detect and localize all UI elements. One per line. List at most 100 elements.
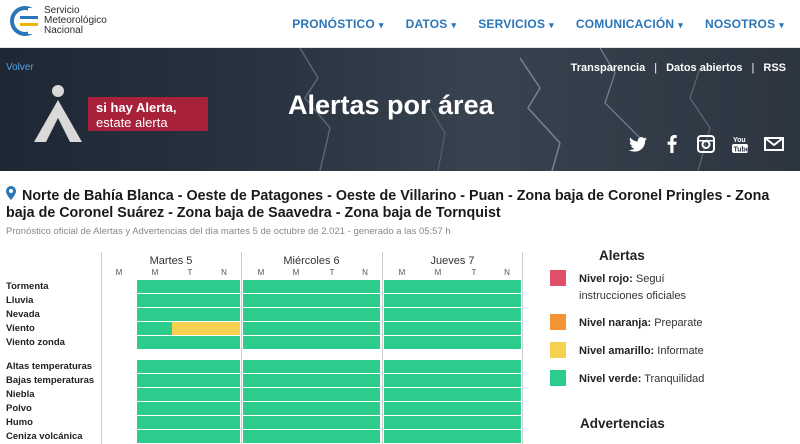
alert-cell[interactable] [476,294,521,307]
alert-cell[interactable] [137,360,172,373]
alert-cell[interactable] [335,308,380,321]
alert-cell[interactable] [476,430,521,443]
alert-cell[interactable] [384,336,430,349]
alert-cell[interactable] [206,416,240,429]
alert-cell[interactable] [243,308,289,321]
link-datos-abiertos[interactable]: Datos abiertos [666,62,742,74]
alert-cell[interactable] [335,374,380,387]
alert-cell[interactable] [172,280,206,293]
alert-cell[interactable] [172,374,206,387]
alert-cell[interactable] [137,430,172,443]
alert-cell[interactable] [137,374,172,387]
alert-cell[interactable] [430,388,476,401]
alert-cell[interactable] [384,280,430,293]
alert-cell[interactable] [206,294,240,307]
alert-cell[interactable] [206,374,240,387]
alert-cell[interactable] [476,402,521,415]
menu-pronostico[interactable]: PRONÓSTICO ▾ [292,17,383,31]
alert-cell[interactable] [243,388,289,401]
alert-cell[interactable] [335,402,380,415]
alert-cell[interactable] [289,336,335,349]
alert-cell[interactable] [335,416,380,429]
back-link[interactable]: Volver [6,62,34,73]
alert-cell[interactable] [430,402,476,415]
alert-cell[interactable] [289,374,335,387]
menu-datos[interactable]: DATOS ▾ [406,17,457,31]
alert-cell[interactable] [384,416,430,429]
alert-cell[interactable] [137,308,172,321]
alert-cell[interactable] [137,336,172,349]
alert-cell[interactable] [289,280,335,293]
alert-cell[interactable] [335,280,380,293]
alert-cell[interactable] [430,430,476,443]
alert-cell[interactable] [335,336,380,349]
instagram-icon[interactable] [696,134,716,154]
alert-cell[interactable] [206,388,240,401]
alert-cell[interactable] [172,416,206,429]
alert-cell[interactable] [243,430,289,443]
alert-cell[interactable] [243,416,289,429]
alert-cell[interactable] [172,402,206,415]
alert-cell[interactable] [243,336,289,349]
alert-cell[interactable] [206,280,240,293]
alert-cell[interactable] [289,294,335,307]
alert-cell[interactable] [137,280,172,293]
alert-cell[interactable] [476,388,521,401]
alert-cell[interactable] [243,294,289,307]
alert-cell[interactable] [206,402,240,415]
alert-cell[interactable] [172,388,206,401]
alert-cell[interactable] [289,430,335,443]
alert-cell[interactable] [206,336,240,349]
alert-cell[interactable] [430,294,476,307]
alert-cell[interactable] [172,322,206,335]
youtube-icon[interactable]: You Tube [730,134,750,154]
alert-cell[interactable] [243,402,289,415]
alert-cell[interactable] [206,430,240,443]
alert-cell[interactable] [384,388,430,401]
alert-cell[interactable] [137,402,172,415]
alert-cell[interactable] [476,336,521,349]
alert-cell[interactable] [243,280,289,293]
alert-cell[interactable] [206,308,240,321]
alert-cell[interactable] [335,430,380,443]
alert-cell[interactable] [476,374,521,387]
alert-cell[interactable] [206,322,240,335]
menu-nosotros[interactable]: NOSOTROS ▾ [705,17,784,31]
alert-cell[interactable] [384,402,430,415]
menu-comunicacion[interactable]: COMUNICACIÓN ▾ [576,17,683,31]
alert-cell[interactable] [335,388,380,401]
alert-cell[interactable] [430,416,476,429]
alert-cell[interactable] [137,388,172,401]
facebook-icon[interactable] [662,134,682,154]
alert-cell[interactable] [172,336,206,349]
alert-cell[interactable] [430,374,476,387]
link-transparencia[interactable]: Transparencia [571,62,646,74]
link-rss[interactable]: RSS [763,62,786,74]
alert-cell[interactable] [137,322,172,335]
alert-cell[interactable] [289,360,335,373]
alert-cell[interactable] [172,430,206,443]
alert-cell[interactable] [289,388,335,401]
alert-cell[interactable] [172,294,206,307]
alert-cell[interactable] [243,360,289,373]
email-icon[interactable] [764,134,784,154]
alert-cell[interactable] [172,308,206,321]
smn-logo[interactable]: Servicio Meteorológico Nacional [10,4,130,44]
alert-cell[interactable] [289,322,335,335]
alert-cell[interactable] [172,360,206,373]
alert-cell[interactable] [476,416,521,429]
alert-cell[interactable] [384,360,430,373]
alert-cell[interactable] [384,430,430,443]
alert-cell[interactable] [476,280,521,293]
alert-cell[interactable] [430,322,476,335]
alert-cell[interactable] [289,416,335,429]
alert-cell[interactable] [384,294,430,307]
alert-cell[interactable] [384,308,430,321]
alert-cell[interactable] [384,322,430,335]
alert-cell[interactable] [476,360,521,373]
alert-cell[interactable] [430,360,476,373]
alert-cell[interactable] [430,336,476,349]
menu-servicios[interactable]: SERVICIOS ▾ [478,17,554,31]
alert-cell[interactable] [335,294,380,307]
twitter-icon[interactable] [628,134,648,154]
